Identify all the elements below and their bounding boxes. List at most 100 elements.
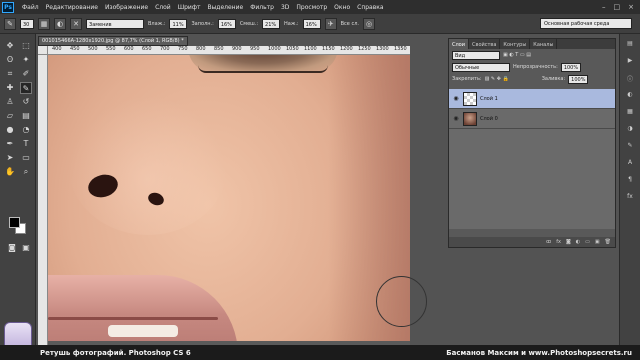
link-layers-icon[interactable]: ꝏ [546,239,551,245]
close-button[interactable]: × [628,3,634,11]
maximize-button[interactable]: □ [614,3,621,11]
airbrush-icon[interactable]: ✈ [324,17,337,30]
menu-3d[interactable]: 3D [281,4,289,11]
brush-cursor [376,276,427,327]
tab-channels[interactable]: Каналы [530,39,558,49]
color-icon[interactable]: ◐ [624,91,636,102]
gradient-tool-icon[interactable]: ▤ [20,110,32,122]
zoom-tool-icon[interactable]: ⌕ [20,166,32,178]
lock-icons[interactable]: ▨ ✎ ✥ 🔒 [485,76,509,82]
workspace-select[interactable]: Основная рабочая среда [540,18,632,29]
mixer-brush-tool-icon[interactable]: ✎ [20,82,32,94]
blend-mode-select[interactable]: Обычные [452,62,510,72]
ruler-tick: 1200 [340,46,353,52]
menu-bar: Ps Файл Редактирование Изображение Слой … [0,0,640,14]
adjustments-icon[interactable]: ◑ [624,125,636,136]
foreground-color-swatch[interactable] [9,217,20,228]
ruler-tick: 1300 [376,46,389,52]
actions-icon[interactable]: ▶ [624,57,636,68]
menu-type[interactable]: Шрифт [178,4,201,11]
tab-properties[interactable]: Свойства [469,39,501,49]
screen-mode-icon[interactable]: ▣ [20,242,32,254]
delete-layer-icon[interactable]: 🗑 [605,239,611,245]
tab-paths[interactable]: Контуры [500,39,531,49]
eyedropper-tool-icon[interactable]: ✐ [20,68,32,80]
crop-tool-icon[interactable]: ⌗ [4,68,16,80]
load-field[interactable]: 16% [217,18,236,29]
layer-filter-select[interactable]: Вид [452,50,500,60]
ruler-tick: 650 [142,46,152,52]
menu-view[interactable]: Просмотр [296,4,327,11]
teeth [108,325,178,337]
visibility-eye-icon[interactable]: ◉ [452,95,460,102]
clean-brush-icon[interactable]: ✕ [70,17,82,30]
marquee-tool-icon[interactable]: ⬚ [20,40,32,52]
ruler-tick: 1000 [268,46,281,52]
ruler-tick: 450 [70,46,80,52]
mix-field[interactable]: 21% [262,18,281,29]
styles-icon[interactable]: fx [624,193,636,204]
menu-image[interactable]: Изображение [105,4,148,11]
filter-icons[interactable]: ▣ ◐ T ▭ ▤ [503,52,531,58]
ruler-tick: 600 [124,46,134,52]
hand-tool-icon[interactable]: ✋ [4,166,16,178]
add-mask-icon[interactable]: ◙ [566,239,571,245]
dodge-tool-icon[interactable]: ◔ [20,124,32,136]
mix-mode-select[interactable]: Заменив [86,18,144,29]
blur-tool-icon[interactable]: ● [4,124,16,136]
wet-field[interactable]: 11% [169,18,188,29]
banner-author: Басманов Максим и www.Photoshopsecrets.r… [446,348,632,357]
lasso-tool-icon[interactable]: ʘ [4,54,16,66]
history-icon[interactable]: ▤ [624,40,636,51]
layer-style-icon[interactable]: fx [556,239,561,245]
horizontal-ruler[interactable]: 400 450 500 550 600 650 700 750 800 850 900 950 1000… [48,46,410,55]
menu-edit[interactable]: Редактирование [46,4,98,11]
eraser-tool-icon[interactable]: ▱ [4,110,16,122]
new-group-icon[interactable]: ▭ [585,239,590,245]
brush-tool-preset-icon[interactable]: ✎ [4,17,16,30]
flow-label: Влаж.: [148,20,166,27]
tab-layers[interactable]: Слои [449,39,469,49]
info-icon[interactable]: ⓘ [624,74,636,85]
eyelashes [198,65,328,73]
brush-icon[interactable]: ✎ [624,142,636,153]
paragraph-icon[interactable]: ¶ [624,176,636,187]
adjustment-layer-icon[interactable]: ◐ [576,239,580,245]
layer-row[interactable]: ◉ Слой 1 [449,89,615,109]
pressure-icon[interactable]: ◎ [363,17,376,30]
layer-row[interactable]: ◉ Слой 0 [449,109,615,129]
document-tab[interactable]: 001015466A-1280x1920.jpg @ 87,7% (Слой 1… [38,36,188,46]
quick-select-tool-icon[interactable]: ✦ [20,54,32,66]
menu-layer[interactable]: Слой [155,4,171,11]
type-tool-icon[interactable]: T [20,138,32,150]
opacity-field[interactable]: 100% [560,62,581,72]
quick-mask-icon[interactable]: ◙ [6,242,18,254]
brush-panel-icon[interactable]: ▦ [38,17,50,30]
rectangle-tool-icon[interactable]: ▭ [20,152,32,164]
menu-select[interactable]: Выделение [207,4,243,11]
brush-size-field[interactable]: 30 [20,18,34,29]
visibility-eye-icon[interactable]: ◉ [452,115,460,122]
swatches-icon[interactable]: ▦ [624,108,636,119]
window-controls: – □ × [602,3,634,11]
menu-filter[interactable]: Фильтр [250,4,274,11]
pen-tool-icon[interactable]: ✒ [4,138,16,150]
move-tool-icon[interactable]: ✥ [4,40,16,52]
new-layer-icon[interactable]: ▣ [595,239,600,245]
sample-all-layers-checkbox[interactable]: Все сл. [341,21,359,27]
character-icon[interactable]: A [624,159,636,170]
fill-field[interactable]: 100% [568,74,589,84]
path-selection-tool-icon[interactable]: ➤ [4,152,16,164]
document-canvas[interactable] [48,55,410,345]
menu-file[interactable]: Файл [22,4,39,11]
spot-healing-tool-icon[interactable]: ✚ [4,82,16,94]
minimize-button[interactable]: – [602,3,606,11]
history-brush-tool-icon[interactable]: ↺ [20,96,32,108]
menu-window[interactable]: Окно [334,4,350,11]
load-brush-icon[interactable]: ◐ [54,17,66,30]
flow-field[interactable]: 16% [302,18,321,29]
photoshop-logo: Ps [2,1,14,13]
menu-help[interactable]: Справка [357,4,383,11]
clone-stamp-tool-icon[interactable]: ♙ [4,96,16,108]
vertical-ruler[interactable] [38,55,48,345]
